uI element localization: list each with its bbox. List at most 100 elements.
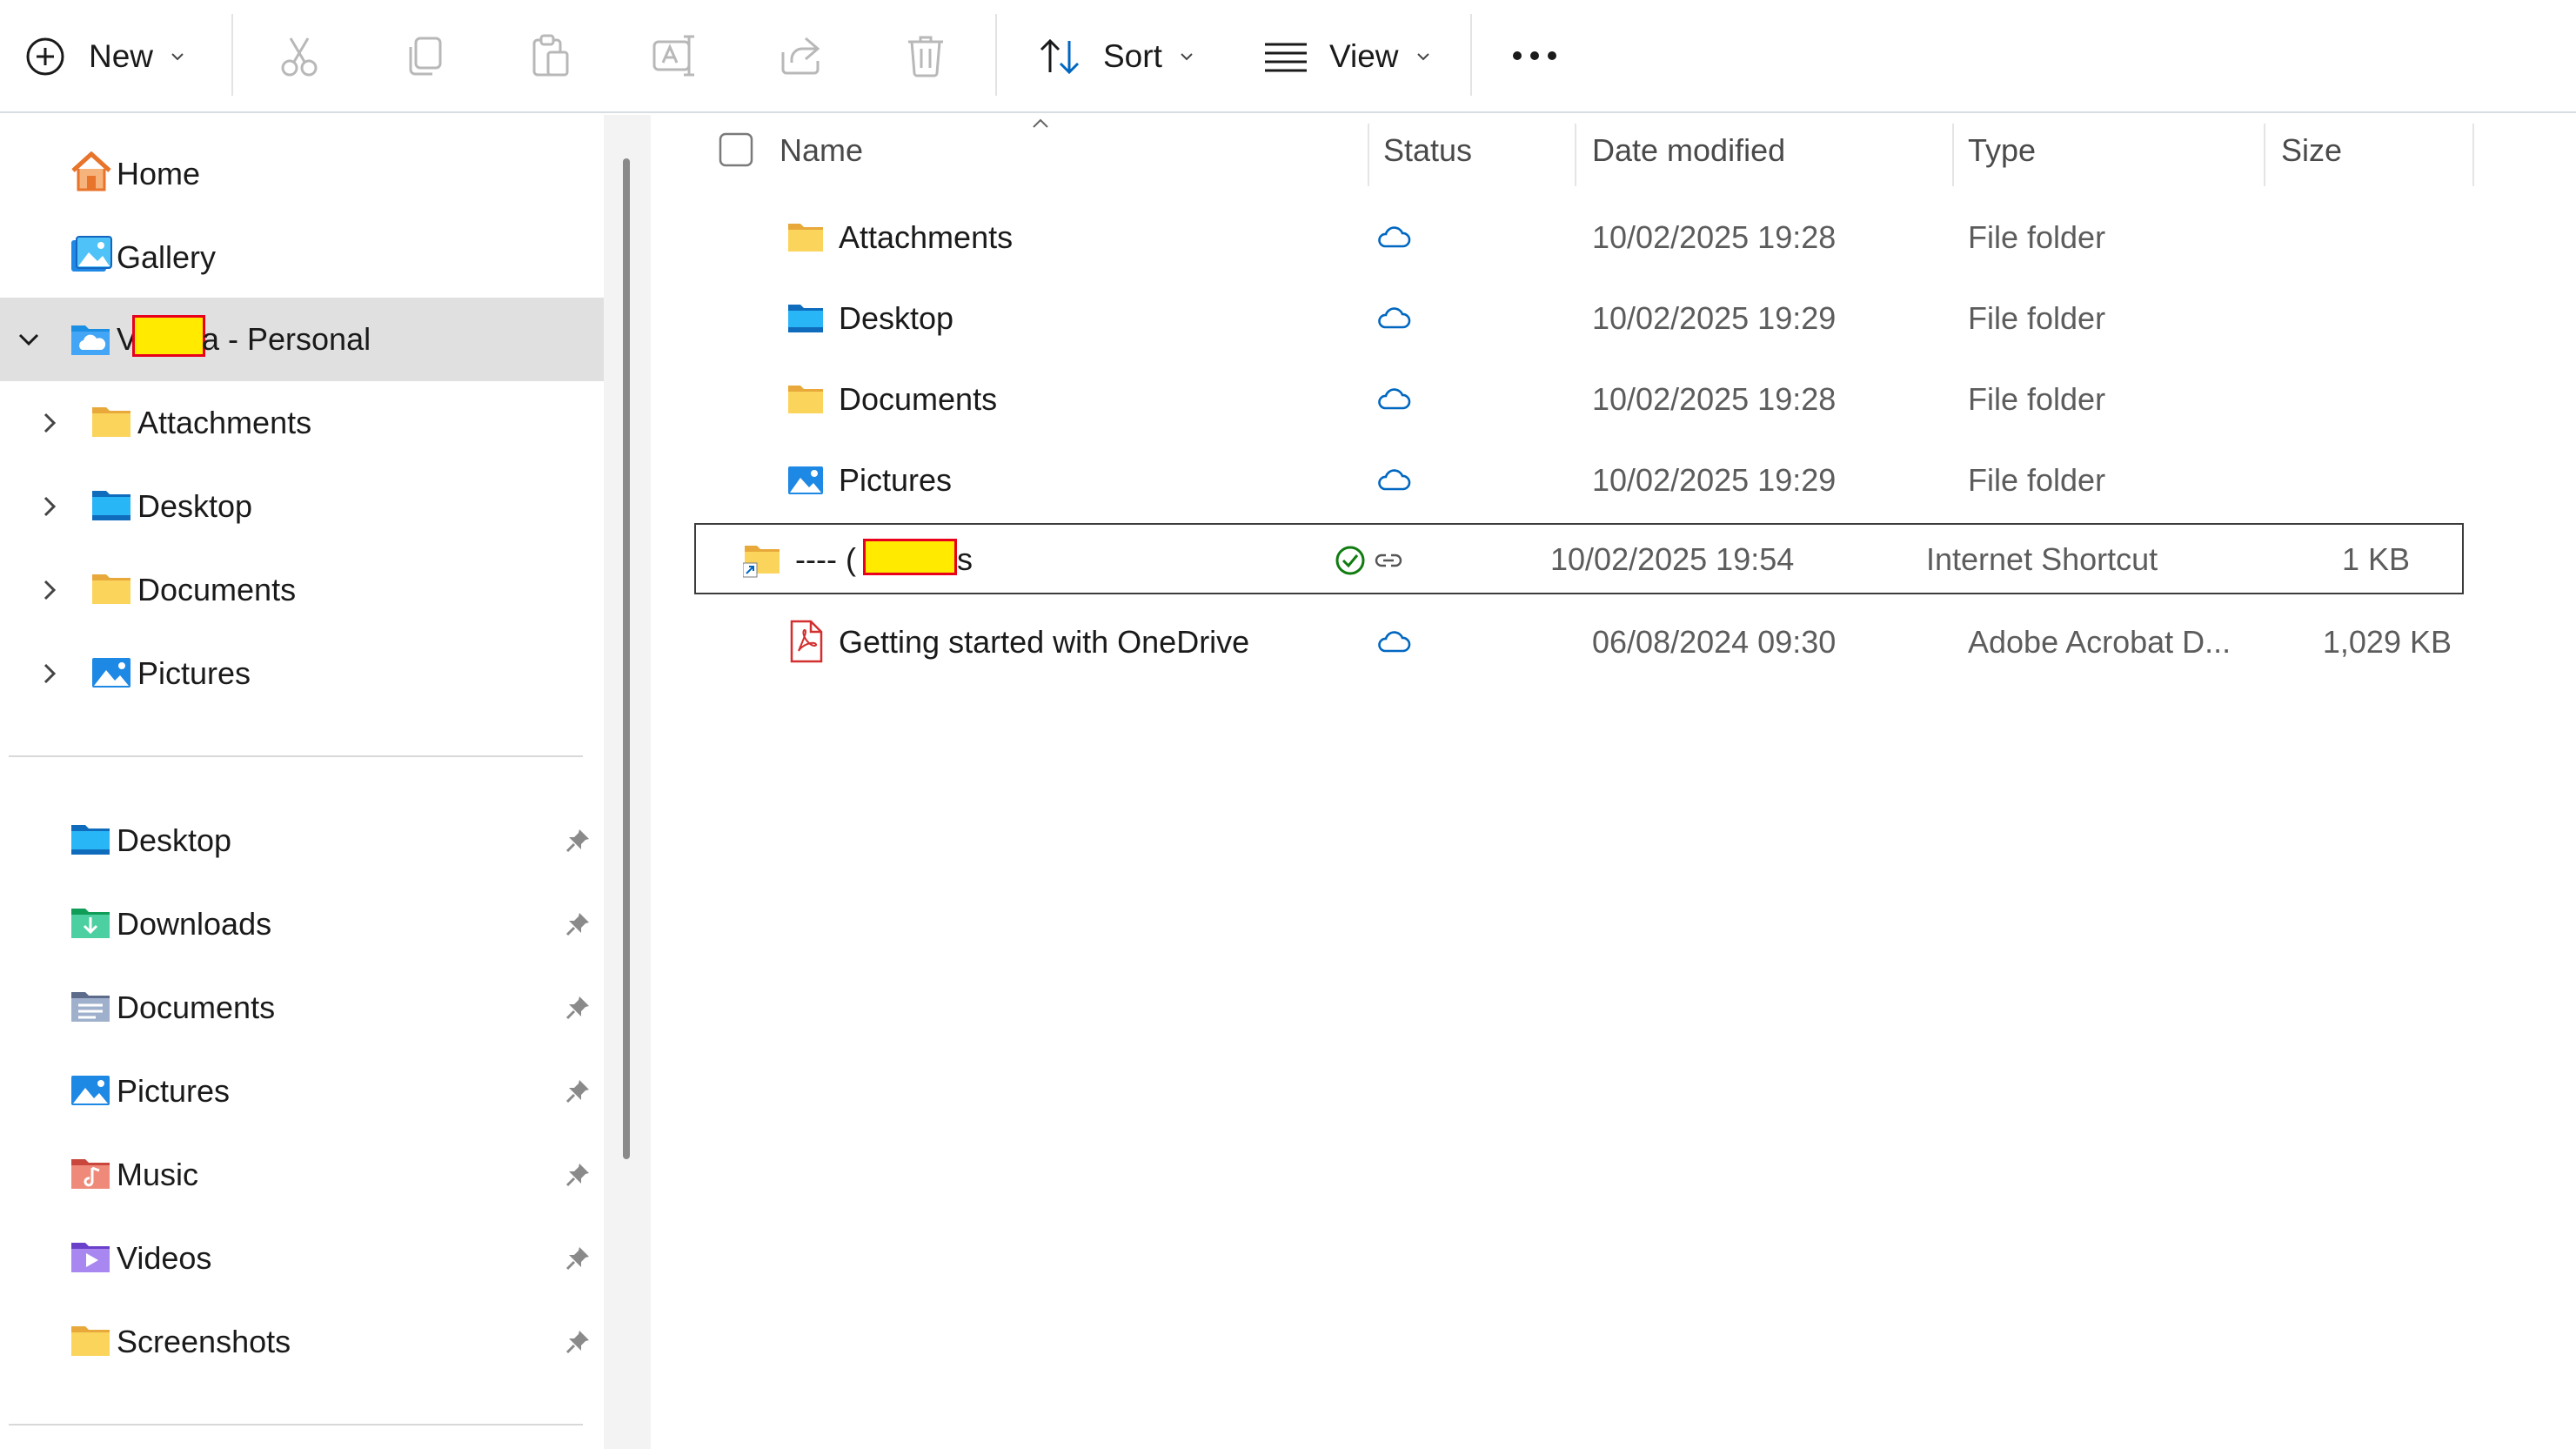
pin-icon[interactable]	[564, 1244, 592, 1272]
cut-icon[interactable]	[275, 31, 324, 80]
view-button[interactable]: View	[1263, 0, 1432, 113]
onedrive-folder-icon	[71, 325, 110, 355]
column-divider[interactable]	[2264, 124, 2265, 186]
file-row-focused[interactable]: ---- ( s 10/02/2025 19:54 Internet Short…	[694, 523, 2464, 594]
nav-scrollbar-thumb[interactable]	[623, 158, 630, 1159]
cloud-icon	[1378, 631, 1411, 653]
synced-check-icon	[1335, 546, 1365, 575]
pin-icon[interactable]	[564, 994, 592, 1022]
column-divider[interactable]	[2472, 124, 2474, 186]
nav-item-onedrive-personal[interactable]: V a - Personal	[0, 298, 604, 381]
pdf-icon	[790, 620, 823, 663]
nav-divider	[9, 1424, 583, 1426]
nav-item-documents[interactable]: Documents	[0, 548, 604, 632]
desktop-folder-icon	[71, 825, 110, 855]
nav-item-gallery[interactable]: Gallery	[0, 216, 604, 299]
file-size	[2281, 203, 2452, 272]
quick-access-videos[interactable]: Videos	[0, 1217, 604, 1300]
rename-icon[interactable]	[651, 31, 699, 80]
pin-icon[interactable]	[564, 827, 592, 855]
chevron-right-icon[interactable]	[37, 577, 63, 603]
downloads-folder-icon	[71, 909, 110, 938]
pin-icon[interactable]	[564, 1077, 592, 1105]
gallery-icon	[71, 236, 112, 272]
copy-icon[interactable]	[400, 31, 449, 80]
column-header-date[interactable]: Date modified	[1592, 115, 1785, 186]
nav-label: Desktop	[117, 822, 232, 858]
chevron-right-icon[interactable]	[37, 493, 63, 520]
file-date: 10/02/2025 19:29	[1592, 462, 1837, 498]
chevron-down-icon	[171, 53, 184, 61]
file-date: 10/02/2025 19:28	[1592, 381, 1837, 417]
sort-label: Sort	[1103, 38, 1162, 74]
column-header-name[interactable]: Name	[779, 115, 863, 186]
nav-item-pictures[interactable]: Pictures	[0, 632, 604, 715]
nav-label: Gallery	[117, 239, 217, 275]
file-size	[2281, 365, 2452, 434]
file-row[interactable]: Documents 10/02/2025 19:28 File folder	[693, 365, 2462, 434]
file-type: Adobe Acrobat D...	[1968, 624, 2231, 660]
file-type: File folder	[1968, 219, 2106, 255]
file-type: File folder	[1968, 462, 2106, 498]
column-divider[interactable]	[1368, 124, 1369, 186]
file-row[interactable]: Attachments 10/02/2025 19:28 File folder	[693, 203, 2462, 272]
column-divider[interactable]	[1575, 124, 1576, 186]
file-date: 10/02/2025 19:28	[1592, 219, 1837, 255]
column-status-label: Status	[1383, 132, 1473, 168]
chevron-down-icon[interactable]	[16, 326, 42, 352]
file-row[interactable]: Desktop 10/02/2025 19:29 File folder	[693, 284, 2462, 353]
quick-access-documents[interactable]: Documents	[0, 966, 604, 1050]
chevron-right-icon[interactable]	[37, 661, 63, 687]
redaction-mark	[132, 315, 205, 357]
column-header-status[interactable]: Status	[1383, 115, 1472, 186]
column-header-size[interactable]: Size	[2281, 115, 2342, 186]
desktop-folder-icon	[788, 305, 823, 332]
quick-access-desktop[interactable]: Desktop	[0, 799, 604, 882]
column-type-label: Type	[1968, 132, 2037, 168]
nav-label: Documents	[117, 989, 276, 1025]
music-folder-icon	[71, 1159, 110, 1189]
sort-button[interactable]: Sort	[1037, 0, 1195, 113]
quick-access-music[interactable]: Music	[0, 1133, 604, 1217]
nav-item-desktop[interactable]: Desktop	[0, 465, 604, 548]
file-row[interactable]: Getting started with OneDrive 06/08/2024…	[693, 607, 2462, 677]
share-icon[interactable]	[776, 31, 825, 80]
pin-icon[interactable]	[564, 1161, 592, 1189]
nav-label: Videos	[117, 1240, 212, 1276]
new-button[interactable]: New	[24, 0, 186, 113]
paste-icon[interactable]	[525, 31, 574, 80]
quick-access-downloads[interactable]: Downloads	[0, 882, 604, 966]
view-icon	[1265, 43, 1307, 72]
delete-icon[interactable]	[901, 31, 950, 80]
videos-folder-icon	[71, 1243, 110, 1272]
cloud-icon	[1378, 388, 1411, 410]
file-name-suffix: s	[957, 541, 973, 577]
file-type: File folder	[1968, 300, 2106, 336]
toolbar-divider	[995, 14, 997, 96]
file-row[interactable]: Pictures 10/02/2025 19:29 File folder	[693, 446, 2462, 515]
toolbar-divider	[1470, 14, 1472, 96]
quick-access-screenshots[interactable]: Screenshots	[0, 1300, 604, 1384]
pictures-folder-icon	[788, 466, 823, 494]
file-size: 1 KB	[2341, 541, 2410, 577]
home-icon	[71, 151, 111, 191]
file-date: 06/08/2024 09:30	[1592, 624, 1837, 660]
column-header-type[interactable]: Type	[1968, 115, 2036, 186]
cloud-icon	[1378, 307, 1411, 329]
cloud-icon	[1378, 469, 1411, 491]
quick-access-pictures[interactable]: Pictures	[0, 1050, 604, 1133]
nav-label: Pictures	[117, 1073, 231, 1109]
chevron-right-icon[interactable]	[37, 410, 63, 436]
nav-label: Screenshots	[117, 1324, 291, 1359]
pin-icon[interactable]	[564, 1328, 592, 1356]
nav-item-attachments[interactable]: Attachments	[0, 381, 604, 465]
select-all-checkbox[interactable]	[719, 132, 753, 167]
more-icon[interactable]	[1510, 38, 1559, 73]
nav-item-home[interactable]: Home	[0, 132, 604, 216]
desktop-folder-icon	[92, 491, 130, 520]
file-list: Name Status Date modified Type Size Atta…	[651, 115, 2576, 1449]
column-divider[interactable]	[1952, 124, 1954, 186]
file-name: Desktop	[839, 300, 954, 336]
pin-icon[interactable]	[564, 910, 592, 938]
file-name: Pictures	[839, 462, 953, 498]
